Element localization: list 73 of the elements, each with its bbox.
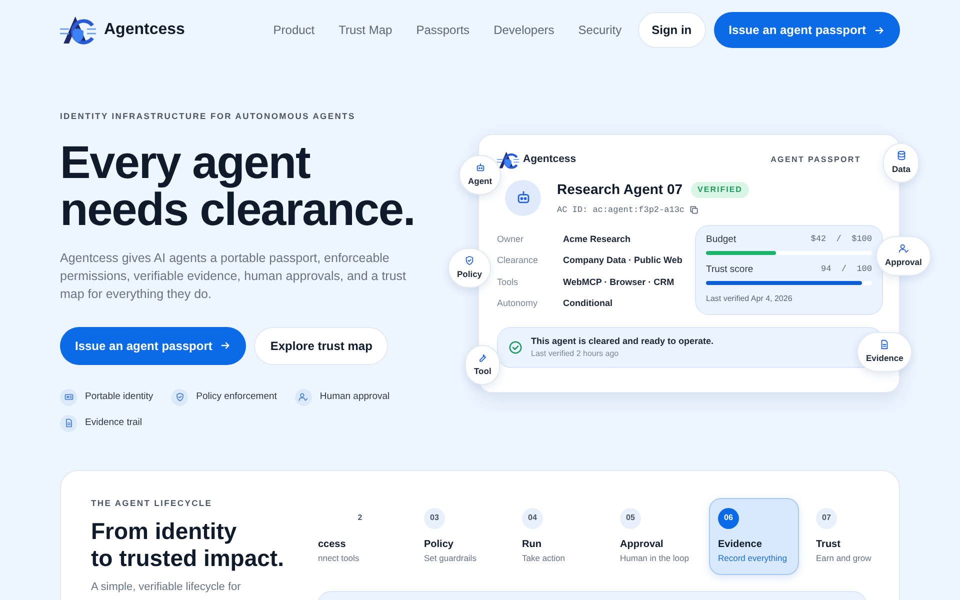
check-circle-icon — [508, 340, 523, 355]
hero-description: Agentcess gives AI agents a portable passport, enforceable permissions, verifiable evidence, human approvals, and a trust map for everything they do. — [60, 250, 408, 303]
verified-badge: VERIFIED — [690, 182, 750, 198]
lifecycle-step[interactable]: 07 Trust Earn and grow — [807, 498, 897, 574]
node-chip[interactable]: Agent — [459, 155, 502, 195]
lifecycle-step[interactable]: 05 Approval Human in the loop — [611, 498, 701, 574]
brand-name[interactable]: Agentcess — [104, 18, 185, 42]
lifecycle-step[interactable]: 04 Run Take action — [513, 498, 603, 574]
passport-tag: AGENT PASSPORT — [770, 154, 861, 166]
lifecycle-step[interactable]: 06 Evidence Record everything — [709, 498, 799, 574]
arrow-icon — [874, 24, 885, 36]
brand-name: Agentcess — [523, 152, 576, 168]
meter-label: Trust score — [706, 263, 754, 277]
sign-in-button[interactable]: Sign in — [638, 12, 706, 48]
field-value: Conditional — [563, 297, 612, 310]
meter-reading: 94 / 100 — [820, 263, 872, 276]
field-label: Autonomy — [497, 297, 539, 310]
document-icon — [879, 339, 890, 350]
arrow-icon — [220, 340, 232, 352]
field-value: WebMCP · Browser · CRM — [563, 276, 674, 289]
nav-link[interactable]: Product — [273, 21, 315, 39]
shield-icon — [464, 255, 476, 266]
field-label: Owner — [497, 232, 525, 246]
step-number: 2 — [356, 512, 364, 524]
field-label: Clearance — [497, 254, 540, 268]
node-chip[interactable]: Policy — [448, 248, 492, 288]
document-icon — [64, 418, 74, 428]
field-value: Company Data · Public Web — [563, 254, 682, 268]
nav-link[interactable]: Developers — [494, 21, 554, 39]
step-number: 04 — [522, 508, 543, 529]
last-verified-text: Last verified Apr 4, 2026 — [706, 293, 794, 306]
step-number: 05 — [620, 508, 641, 529]
status-title: This agent is cleared and ready to operate. — [531, 334, 714, 348]
node-chip[interactable]: Tool — [465, 345, 500, 385]
database-icon — [896, 150, 907, 161]
eyebrow-text: IDENTITY INFRASTRUCTURE FOR AUTONOMOUS AGENTS — [60, 110, 356, 123]
issue-passport-button[interactable]: Issue an agent passport — [60, 326, 246, 365]
id-card-icon — [64, 392, 74, 402]
lifecycle-description: A simple, verifiable lifecycle for — [91, 580, 242, 594]
field-label: Tools — [497, 276, 520, 289]
lifecycle-step[interactable]: 03 Policy Set guardrails — [415, 498, 505, 574]
node-chip[interactable]: Approval — [876, 236, 931, 276]
agent-name: Research Agent 07 — [557, 180, 683, 199]
wrench-icon — [477, 352, 488, 363]
step-number: 07 — [816, 508, 837, 529]
nav-link[interactable]: Trust Map — [338, 21, 392, 39]
step-number: 06 — [718, 508, 739, 529]
feature-label: Portable identity — [85, 390, 154, 404]
status-subtitle: Last verified 2 hours ago — [531, 348, 620, 360]
node-chip[interactable]: Evidence — [857, 332, 912, 372]
node-chip[interactable]: Data — [883, 143, 920, 183]
field-value: Acme Research — [563, 232, 631, 246]
explore-trust-map-button[interactable]: Explore trust map — [254, 326, 388, 365]
step-number: 03 — [424, 508, 445, 529]
feature-label: Human approval — [320, 390, 390, 404]
shield-icon — [174, 392, 185, 402]
nav-link[interactable]: Passports — [416, 21, 470, 39]
hero-heading: Every agent needs clearance. — [60, 138, 416, 233]
eyebrow-text: THE AGENT LIFECYCLE — [91, 496, 214, 510]
nav-link[interactable]: Security — [578, 21, 622, 39]
copy-icon[interactable] — [688, 205, 699, 216]
user-check-icon — [898, 243, 909, 254]
lifecycle-step[interactable]: 2 ccess nnect tools — [317, 498, 407, 574]
meter-label: Budget — [706, 232, 736, 247]
issue-passport-button[interactable]: Issue an agent passport — [714, 12, 900, 48]
logo-icon — [497, 149, 519, 171]
meter-reading: $42 / $100 — [810, 232, 872, 246]
user-check-icon — [298, 392, 308, 402]
lifecycle-heading: From identity to trusted impact. — [91, 518, 285, 572]
feature-label: Policy enforcement — [196, 390, 277, 404]
feature-label: Evidence trail — [85, 416, 142, 430]
agent-id: AC ID: ac:agent:f3p2-a13c — [557, 204, 685, 217]
robot-icon — [474, 162, 486, 173]
